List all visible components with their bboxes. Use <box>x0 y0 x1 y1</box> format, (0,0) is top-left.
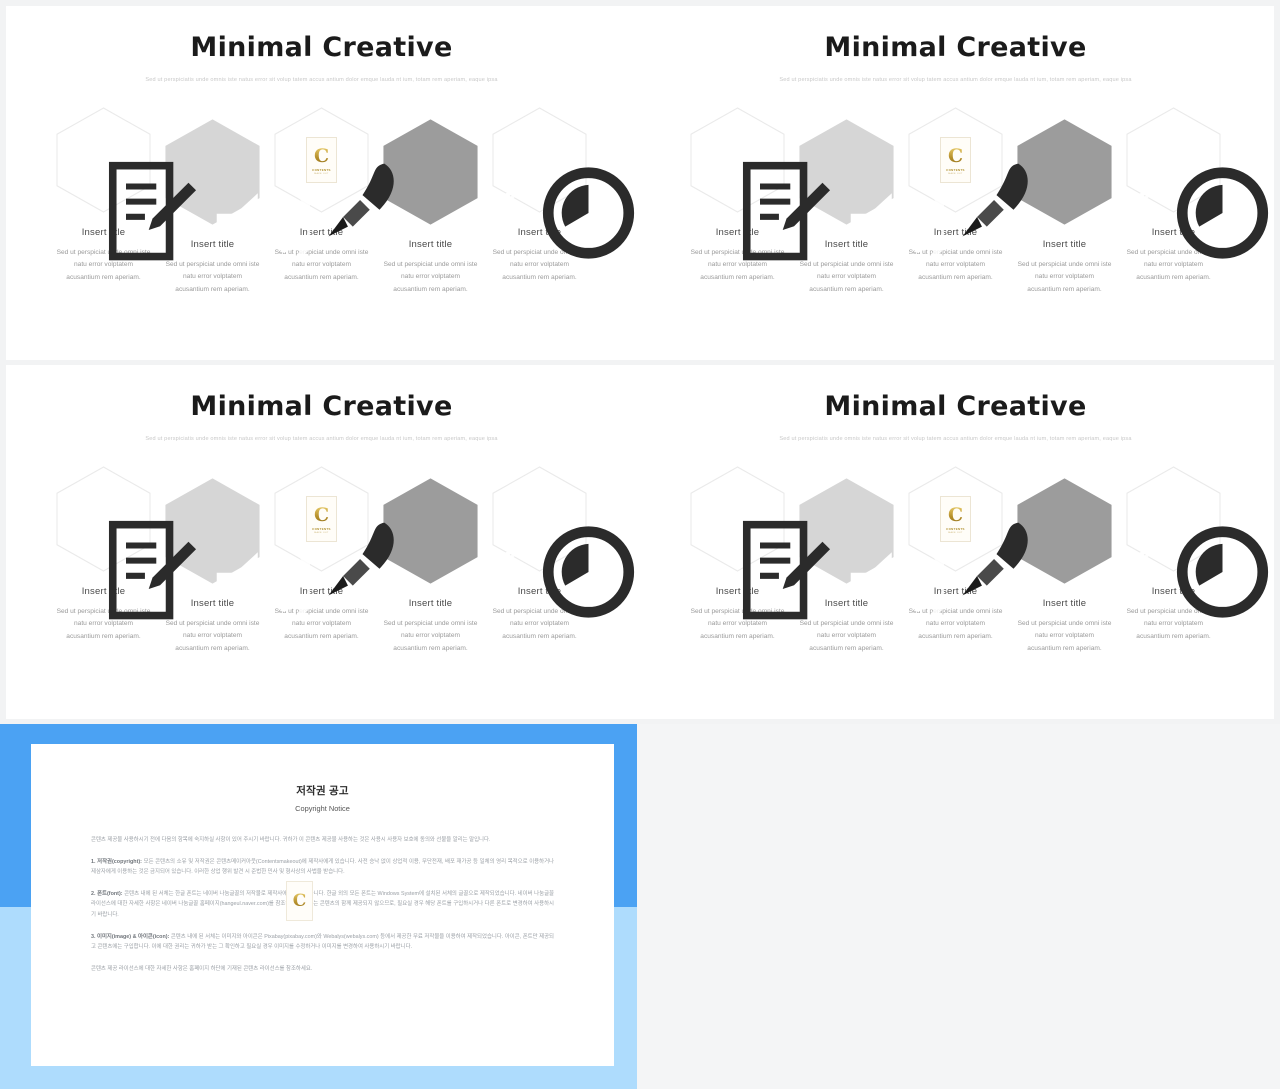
rocket-icon <box>962 522 1028 596</box>
logo-letter: C <box>292 890 307 911</box>
hexagon-feature-row: Insert title Sed ut perspiciat unde omni … <box>637 107 1274 296</box>
page-title: Minimal Creative <box>190 32 453 63</box>
feature-item[interactable]: Insert title Sed ut perspiciat unde omni … <box>683 466 830 643</box>
slide-top-left[interactable]: Minimal Creative Sed ut perspiciatis und… <box>6 6 637 360</box>
brand-logo-icon: C CONTENTS MAKE OUT <box>306 496 394 596</box>
copyright-section-text: 모든 콘텐츠의 소유 및 저작권은 콘텐츠메이커아웃(Contentsmakeo… <box>91 858 554 876</box>
copyright-section: 3. 이미지(image) & 아이콘(icon): 콘텐츠 내에 된 서체는 … <box>91 932 554 953</box>
feature-item[interactable]: Insert title Sed ut perspiciat unde omni … <box>49 466 196 643</box>
logo-letter: C <box>314 147 394 237</box>
hexagon-note-edit-icon[interactable] <box>55 466 196 620</box>
copyright-body: 콘텐츠 제공물 사용하시기 전에 다음의 항목에 숙지하실 사항이 있어 주시기… <box>31 835 614 974</box>
note-edit-icon <box>742 161 830 261</box>
brand-logo-icon: C CONTENTS MAKE OUT <box>306 137 394 237</box>
copyright-subtitle: Copyright Notice <box>295 804 350 813</box>
speaker-volume-icon <box>850 187 944 263</box>
slide-middle-right[interactable]: Minimal Creative Sed ut perspiciatis und… <box>637 365 1274 719</box>
page-title: Minimal Creative <box>824 32 1087 63</box>
hexagon-feature-row: Insert title Sed ut perspiciat unde omni … <box>637 466 1274 655</box>
feature-item[interactable]: Insert title Sed ut perspiciat unde omni … <box>683 107 830 284</box>
rocket-icon <box>328 522 394 596</box>
clock-circle-icon <box>1176 526 1268 618</box>
copyright-section: 2. 폰트(font): 콘텐츠 내에 된 서체는 한글 폰트는 네이버 나눔글… <box>91 889 554 921</box>
copyright-section-label: 2. 폰트(font): <box>91 890 123 897</box>
page-subtitle: Sed ut perspiciatis unde omnis iste natu… <box>145 77 498 83</box>
rocket-icon <box>962 163 1028 237</box>
hexagon-note-edit-icon[interactable] <box>55 107 196 261</box>
page-title: Minimal Creative <box>824 391 1087 422</box>
brand-logo-icon: C CONTENTS MAKE OUT <box>940 137 1028 237</box>
page-subtitle: Sed ut perspiciatis unde omnis iste natu… <box>145 436 498 442</box>
empty-slide-placeholder <box>637 724 1280 1089</box>
hexagon-note-edit-icon[interactable] <box>689 107 830 261</box>
hexagon-feature-row: Insert title Sed ut perspiciat unde omni … <box>6 466 637 655</box>
slide-top-right[interactable]: Minimal Creative Sed ut perspiciatis und… <box>637 6 1274 360</box>
speaker-volume-icon <box>216 187 310 263</box>
logo-letter: C <box>948 506 1028 596</box>
clock-circle-icon <box>542 526 634 618</box>
slide-deck-grid: Minimal Creative Sed ut perspiciatis und… <box>0 0 1280 1089</box>
note-edit-icon <box>108 161 196 261</box>
page-subtitle: Sed ut perspiciatis unde omnis iste natu… <box>779 77 1132 83</box>
copyright-card: 저작권 공고 Copyright Notice 콘텐츠 제공물 사용하시기 전에… <box>31 744 614 1066</box>
note-edit-icon <box>742 520 830 620</box>
page-subtitle: Sed ut perspiciatis unde omnis iste natu… <box>779 436 1132 442</box>
copyright-section-label: 1. 저작권(copyright): <box>91 858 142 865</box>
clock-circle-icon <box>1176 167 1268 259</box>
slide-copyright-notice[interactable]: 저작권 공고 Copyright Notice 콘텐츠 제공물 사용하시기 전에… <box>0 724 637 1089</box>
rocket-icon <box>328 163 394 237</box>
page-title: Minimal Creative <box>190 391 453 422</box>
copyright-intro: 콘텐츠 제공물 사용하시기 전에 다음의 항목에 숙지하실 사항이 있어 주시기… <box>91 837 491 843</box>
copyright-section-text: 콘텐츠 내에 된 서체는 한글 폰트는 네이버 나눔글꼴의 저작물로 제작사에 … <box>91 890 554 918</box>
hexagon-feature-row: Insert title Sed ut perspiciat unde omni … <box>6 107 637 296</box>
brand-logo-icon: C CONTENTS MAKE OUT <box>940 137 1028 237</box>
brand-logo-icon: C CONTENTS MAKE OUT <box>940 496 1028 596</box>
speaker-volume-icon <box>216 546 310 622</box>
brand-logo-icon: C <box>286 881 313 921</box>
copyright-footer: 콘텐츠 제공 라이선스에 대한 자세한 사항은 홈페이지 하단에 기재된 콘텐츠… <box>91 965 313 972</box>
hexagon-note-edit-icon[interactable] <box>689 466 830 620</box>
clock-circle-icon <box>542 167 634 259</box>
brand-logo-icon: C CONTENTS MAKE OUT <box>306 496 394 596</box>
speaker-volume-icon <box>850 546 944 622</box>
logo-letter: C <box>314 506 394 596</box>
brand-logo-icon: C CONTENTS MAKE OUT <box>306 137 394 237</box>
feature-item[interactable]: Insert title Sed ut perspiciat unde omni … <box>49 107 196 284</box>
paper-plane-send-icon <box>441 186 522 263</box>
copyright-section: 1. 저작권(copyright): 모든 콘텐츠의 소유 및 저작권은 콘텐츠… <box>91 857 554 878</box>
brand-logo-icon: C CONTENTS MAKE OUT <box>940 496 1028 596</box>
note-edit-icon <box>108 520 196 620</box>
paper-plane-send-icon <box>1075 545 1156 622</box>
slide-middle-left[interactable]: Minimal Creative Sed ut perspiciatis und… <box>6 365 637 719</box>
logo-letter: C <box>948 147 1028 237</box>
paper-plane-send-icon <box>1075 186 1156 263</box>
copyright-title: 저작권 공고 <box>296 785 349 797</box>
copyright-section-label: 3. 이미지(image) & 아이콘(icon): <box>91 933 170 940</box>
paper-plane-send-icon <box>441 545 522 622</box>
